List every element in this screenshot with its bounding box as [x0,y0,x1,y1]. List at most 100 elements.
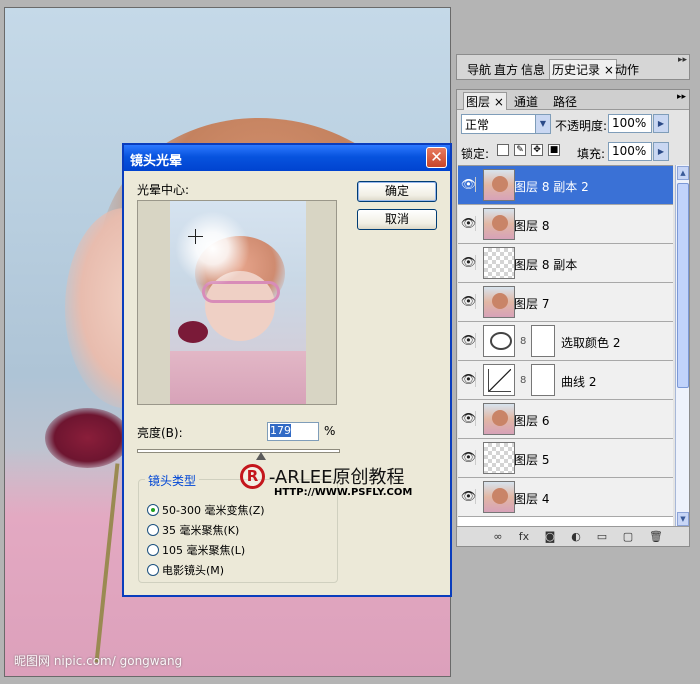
eye-icon[interactable]: 👁 [461,216,476,231]
chain-link-icon[interactable]: 8 [520,336,526,347]
photo-flower [45,408,130,468]
tab-layers[interactable]: 图层 × [463,92,507,110]
radio-icon[interactable] [147,544,159,556]
tab-history-label: 历史记录 [552,63,601,77]
layer-list: 👁 图层 8 副本 2 👁 图层 8 👁 图层 8 副本 👁 图层 7 👁 8 … [458,165,673,527]
lock-position-icon[interactable]: ✥ [531,144,543,156]
eye-icon[interactable]: 👁 [461,294,476,309]
close-tab-icon[interactable]: × [604,63,614,77]
layer-mask-thumbnail[interactable] [531,364,555,396]
eye-icon[interactable]: 👁 [461,450,476,465]
scroll-down-icon[interactable]: ▼ [677,512,689,526]
lens-option-label: 50-300 毫米变焦(Z) [162,504,265,517]
layers-panel: 图层 × 通道 路径 ▸▸ 正常 ▼ 不透明度: 100% ▶ 锁定: ✎ ✥ … [456,89,690,547]
layer-row[interactable]: 👁 图层 7 [458,283,673,322]
brightness-label: 亮度(B): [137,426,183,440]
brightness-slider[interactable] [137,449,340,453]
tab-paths[interactable]: 路径 [553,93,577,110]
brightness-field[interactable]: 179 [267,422,319,441]
adjustment-icon[interactable]: ◐ [569,530,583,544]
lens-option-105[interactable]: 105 毫米聚焦(L) [147,544,245,560]
close-icon[interactable]: ✕ [426,147,447,168]
lock-all-icon[interactable]: ■ [548,144,560,156]
brightness-slider-thumb[interactable] [255,452,266,460]
dialog-titlebar[interactable]: 镜头光晕 ✕ [124,145,450,171]
eye-icon[interactable]: 👁 [461,255,476,270]
eye-icon[interactable]: 👁 [461,372,476,387]
layer-row[interactable]: 👁 图层 8 [458,205,673,244]
eye-icon[interactable]: 👁 [461,333,476,348]
preview-photo [170,201,306,404]
layer-row[interactable]: 👁 图层 8 副本 2 [458,166,673,205]
brand-url: HTTP://WWW.PSFLY.COM [274,487,413,498]
layer-row[interactable]: 👁 图层 8 副本 [458,244,673,283]
tab-history[interactable]: 历史记录 × [549,59,617,79]
layer-name: 图层 4 [514,492,550,506]
radio-icon[interactable] [147,504,159,516]
cancel-button[interactable]: 取消 [357,209,437,230]
lens-option-movie[interactable]: 电影镜头(M) [147,564,224,580]
crosshair-icon[interactable] [188,229,203,244]
radio-icon[interactable] [147,564,159,576]
chevron-down-icon[interactable]: ▼ [535,115,550,133]
brand-name: -ARLEE原创教程 [268,467,405,488]
trash-icon[interactable]: 🗑 [649,530,663,544]
lens-option-50-300[interactable]: 50-300 毫米变焦(Z) [147,504,265,520]
tab-histogram[interactable]: 直方 [494,61,518,78]
lock-label: 锁定: [461,147,490,161]
layer-mask-thumbnail[interactable] [531,325,555,357]
opacity-field[interactable]: 100% [608,114,652,133]
eye-icon[interactable]: 👁 [461,411,476,426]
tab-info[interactable]: 信息 [521,61,545,78]
lens-option-label: 35 毫米聚焦(K) [162,524,240,537]
tab-channels[interactable]: 通道 [514,93,538,110]
layer-name: 图层 5 [514,453,550,467]
layer-row[interactable]: 👁 8 选取颜色 2 [458,322,673,361]
layers-scrollbar[interactable]: ▲ ▼ [675,165,689,527]
link-icon[interactable]: ∞ [491,530,505,544]
mask-icon[interactable]: ◙ [543,530,557,544]
layer-thumbnail [483,286,515,318]
ok-button[interactable]: 确定 [357,181,437,202]
folder-icon[interactable]: ▭ [595,530,609,544]
fx-icon[interactable]: fx [517,530,531,544]
layer-row[interactable]: 👁 8 曲线 2 [458,361,673,400]
scrollbar-thumb[interactable] [677,183,689,388]
layer-thumbnail [483,208,515,240]
fill-label: 填充: [577,147,606,161]
layer-row[interactable]: 👁 图层 5 [458,439,673,478]
curves-icon [483,364,515,396]
layer-name: 图层 8 [514,219,550,233]
eye-icon[interactable]: 👁 [461,177,476,192]
layer-name: 图层 8 副本 [514,258,578,272]
panel-menu-icon[interactable]: ▸▸ [678,55,687,65]
layer-name: 图层 7 [514,297,550,311]
new-layer-icon[interactable]: ▢ [621,530,635,544]
close-tab-icon[interactable]: × [494,95,504,109]
lens-option-35[interactable]: 35 毫米聚焦(K) [147,524,239,540]
blend-mode-select[interactable]: 正常 ▼ [461,114,551,134]
layer-thumbnail [483,247,515,279]
lock-transparency-icon[interactable] [497,144,509,156]
layer-thumbnail [483,169,515,201]
opacity-arrow-icon[interactable]: ▶ [653,114,669,133]
preview-flower [178,321,208,343]
tab-actions[interactable]: 动作 [615,61,639,78]
scroll-up-icon[interactable]: ▲ [677,166,689,180]
layer-row[interactable]: 👁 图层 6 [458,400,673,439]
brightness-unit: % [324,424,336,438]
eye-icon[interactable]: 👁 [461,489,476,504]
dialog-title: 镜头光晕 [130,154,183,169]
tab-navigator[interactable]: 导航 [467,61,491,78]
lock-pixels-icon[interactable]: ✎ [514,144,526,156]
preview-flare-glow [175,211,250,286]
fill-field[interactable]: 100% [608,142,652,161]
chain-link-icon[interactable]: 8 [520,375,526,386]
radio-icon[interactable] [147,524,159,536]
flare-preview[interactable] [137,200,337,405]
selective-color-icon [483,325,515,357]
fill-arrow-icon[interactable]: ▶ [653,142,669,161]
layer-row[interactable]: 👁 图层 4 [458,478,673,517]
layer-name: 图层 6 [514,414,550,428]
panel-menu-icon[interactable]: ▸▸ [677,92,686,102]
